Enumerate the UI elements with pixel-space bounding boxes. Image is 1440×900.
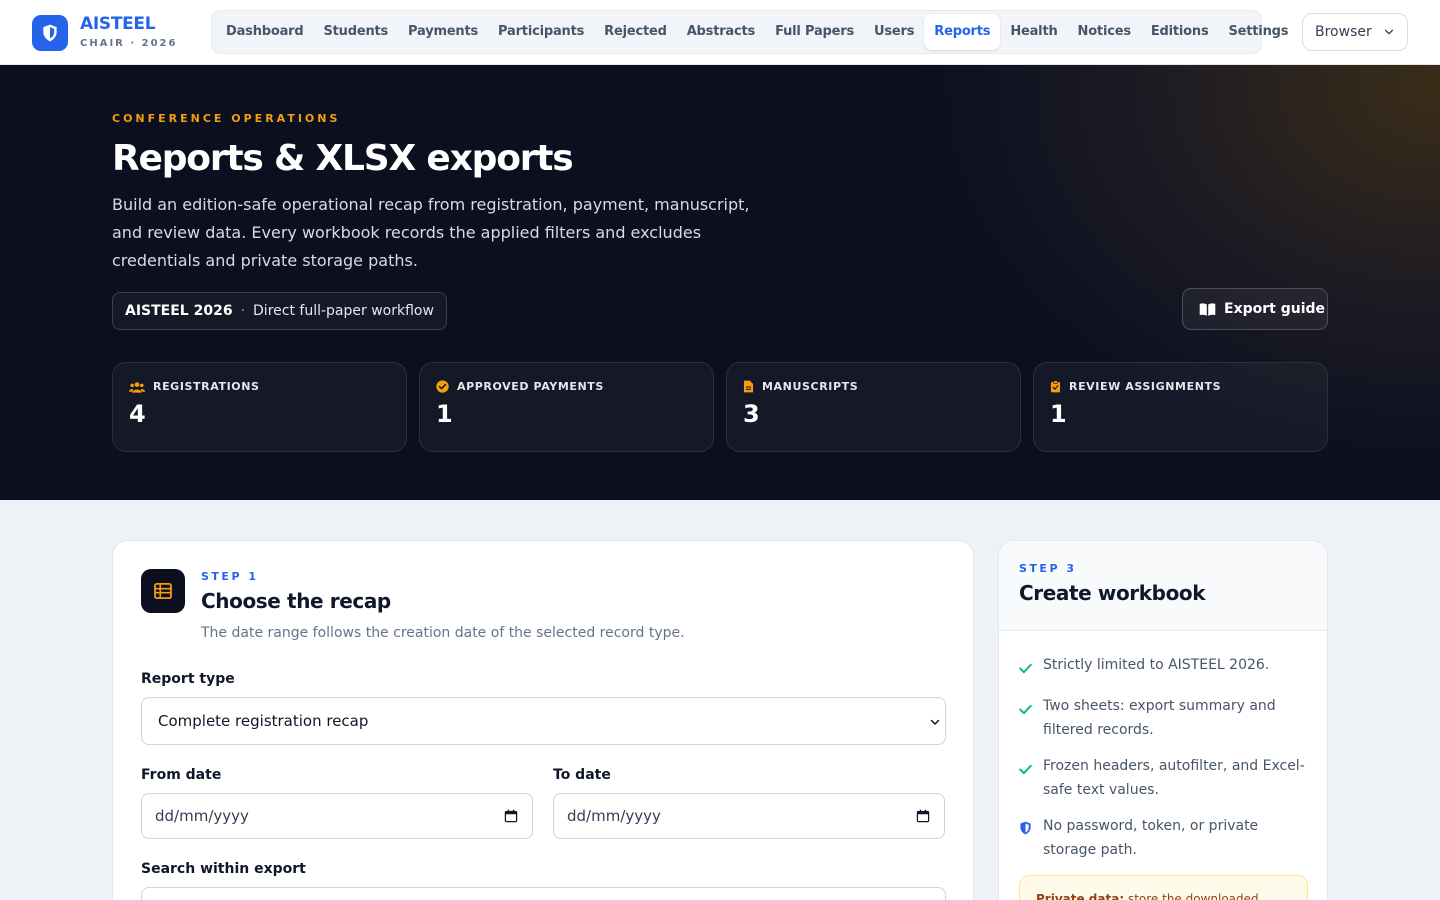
report-type-select[interactable]: Complete registration recap [141, 697, 946, 745]
stat-value: 1 [436, 400, 453, 428]
brand-name: AISTEEL [80, 14, 156, 34]
stat-card-review-assignments: REVIEW ASSIGNMENTS 1 [1033, 362, 1328, 452]
list-item-text: No password, token, or private storage p… [1043, 818, 1259, 858]
nav-item-notices[interactable]: Notices [1068, 14, 1141, 50]
report-type-label: Report type [141, 671, 235, 687]
clipboard-icon [1050, 380, 1061, 393]
stat-label: REVIEW ASSIGNMENTS [1069, 380, 1222, 393]
list-item-text: Two sheets: export summary and filtered … [1043, 698, 1276, 738]
list-item-text: Frozen headers, autofilter, and Excel-sa… [1043, 758, 1305, 798]
hero-eyebrow: CONFERENCE OPERATIONS [112, 112, 341, 125]
edition-name: AISTEEL 2026 [125, 303, 233, 319]
notice-text: store the downloaded [1127, 892, 1259, 900]
nav-item-students[interactable]: Students [313, 14, 398, 50]
book-icon [1199, 302, 1216, 316]
check-circle-icon [436, 380, 449, 393]
from-date-placeholder: dd/mm/yyyy [155, 807, 249, 825]
list-item: Strictly limited to AISTEEL 2026. [1019, 653, 1307, 682]
brand[interactable]: AISTEEL CHAIR · 2026 [32, 14, 177, 52]
stat-card-registrations: REGISTRATIONS 4 [112, 362, 407, 452]
stat-value: 3 [743, 400, 760, 428]
nav-item-reports[interactable]: Reports [924, 14, 1001, 50]
users-icon [129, 381, 145, 393]
stat-label: REGISTRATIONS [153, 380, 260, 393]
export-guide-button[interactable]: Export guide [1182, 288, 1328, 330]
to-date-input[interactable]: dd/mm/yyyy [553, 793, 945, 839]
nav-item-rejected[interactable]: Rejected [594, 14, 677, 50]
page-title: Reports & XLSX exports [112, 138, 574, 179]
top-bar: AISTEEL CHAIR · 2026 Dashboard Students … [0, 0, 1440, 65]
create-workbook-card: STEP 3 Create workbook Strictly limited … [998, 540, 1328, 900]
choose-recap-card: STEP 1 Choose the recap The date range f… [112, 540, 974, 900]
shield-icon [1020, 821, 1031, 835]
main-nav: Dashboard Students Payments Participants… [211, 10, 1288, 54]
card-subtitle: The date range follows the creation date… [201, 625, 685, 641]
stat-label: MANUSCRIPTS [762, 380, 859, 393]
stat-card-manuscripts: MANUSCRIPTS 3 [726, 362, 1021, 452]
nav-item-full-papers[interactable]: Full Papers [765, 14, 864, 50]
stat-card-approved-payments: APPROVED PAYMENTS 1 [419, 362, 714, 452]
to-date-placeholder: dd/mm/yyyy [567, 807, 661, 825]
check-icon [1019, 663, 1032, 674]
edition-workflow: Direct full-paper workflow [253, 303, 434, 319]
card-title: Create workbook [1019, 581, 1206, 605]
nav-item-users[interactable]: Users [864, 14, 924, 50]
nav-item-abstracts[interactable]: Abstracts [677, 14, 765, 50]
search-export-input[interactable] [141, 887, 946, 900]
calendar-icon[interactable] [916, 809, 930, 823]
to-date-label: To date [553, 767, 611, 783]
edition-separator: · [240, 303, 246, 319]
search-export-label: Search within export [141, 861, 306, 877]
table-icon [141, 569, 185, 613]
nav-item-editions[interactable]: Editions [1141, 14, 1219, 50]
check-icon [1019, 764, 1032, 775]
from-date-label: From date [141, 767, 222, 783]
export-guide-label: Export guide [1224, 301, 1326, 317]
shield-logo-icon [32, 15, 68, 51]
notice-title: Private data: [1036, 892, 1125, 900]
hero-description: Build an edition-safe operational recap … [112, 195, 750, 270]
stat-value: 4 [129, 400, 146, 428]
step-label: STEP 3 [1019, 562, 1077, 575]
chevron-down-icon [1384, 29, 1393, 35]
card-title: Choose the recap [201, 589, 391, 613]
from-date-input[interactable]: dd/mm/yyyy [141, 793, 533, 839]
stat-label: APPROVED PAYMENTS [457, 380, 604, 393]
chevron-down-icon [930, 719, 940, 725]
edition-badge: AISTEEL 2026 · Direct full-paper workflo… [112, 292, 447, 330]
hero-section: CONFERENCE OPERATIONS Reports & XLSX exp… [0, 65, 1440, 500]
step-label: STEP 1 [201, 570, 259, 583]
nav-item-health[interactable]: Health [1000, 14, 1067, 50]
stat-value: 1 [1050, 400, 1067, 428]
document-icon [743, 380, 754, 393]
browser-menu-button[interactable]: Browser [1302, 13, 1408, 51]
check-icon [1019, 704, 1032, 715]
list-item: Two sheets: export summary and filtered … [1019, 694, 1307, 742]
list-item-text: Strictly limited to AISTEEL 2026. [1043, 657, 1270, 673]
brand-subtitle: CHAIR · 2026 [80, 38, 178, 49]
list-item: Frozen headers, autofilter, and Excel-sa… [1019, 754, 1307, 802]
private-data-notice: Private data: store the downloaded [1019, 875, 1308, 900]
workbook-feature-list: Strictly limited to AISTEEL 2026. Two sh… [999, 631, 1327, 862]
list-item: No password, token, or private storage p… [1019, 814, 1307, 862]
nav-item-participants[interactable]: Participants [488, 14, 594, 50]
calendar-icon[interactable] [504, 809, 518, 823]
report-type-value: Complete registration recap [158, 712, 369, 730]
nav-item-settings[interactable]: Settings [1219, 14, 1299, 50]
browser-menu-label: Browser [1315, 24, 1372, 40]
nav-item-payments[interactable]: Payments [398, 14, 488, 50]
nav-item-dashboard[interactable]: Dashboard [216, 14, 313, 50]
